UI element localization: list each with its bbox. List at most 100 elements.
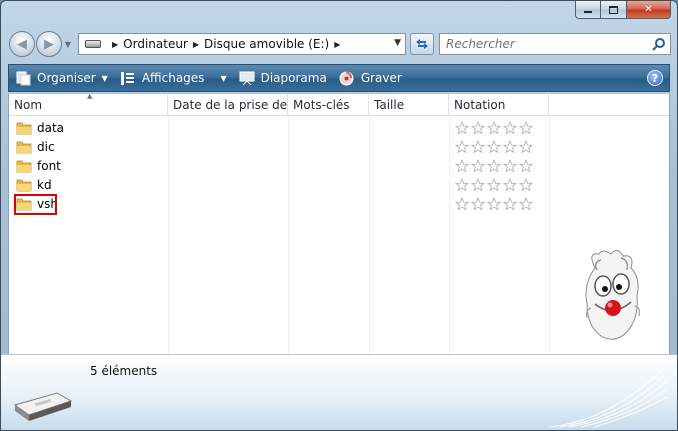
- refresh-icon: [416, 39, 428, 49]
- navigation-bar: ◀ ▶ ▼ ▶ Ordinateur ▶ Disque amovible (E:…: [9, 30, 671, 58]
- folder-icon: [16, 160, 32, 172]
- file-row[interactable]: vsh: [9, 194, 669, 213]
- star-rating[interactable]: [455, 120, 533, 135]
- folder-icon: [16, 122, 32, 134]
- file-name: data: [37, 120, 65, 135]
- back-arrow-icon: ◀: [17, 36, 27, 52]
- help-button[interactable]: ?: [647, 70, 663, 86]
- file-row[interactable]: font: [9, 156, 669, 175]
- file-row[interactable]: data: [9, 118, 669, 137]
- minimize-button[interactable]: [575, 1, 601, 19]
- star-icon[interactable]: [487, 139, 501, 154]
- chevron-down-icon: ▼: [64, 39, 72, 49]
- minimize-icon: [584, 11, 592, 13]
- selection-highlight: [14, 194, 57, 215]
- refresh-button[interactable]: [410, 33, 434, 55]
- star-rating[interactable]: [455, 139, 533, 154]
- column-header-mots-cles[interactable]: Mots-clés: [288, 94, 369, 116]
- star-icon[interactable]: [455, 158, 469, 173]
- star-icon[interactable]: [455, 120, 469, 135]
- file-name: font: [37, 158, 61, 173]
- file-row[interactable]: dic: [9, 137, 669, 156]
- search-icon[interactable]: [648, 37, 670, 51]
- star-icon[interactable]: [471, 139, 485, 154]
- star-icon[interactable]: [503, 120, 517, 135]
- help-icon: ?: [651, 71, 659, 85]
- diaporama-label: Diaporama: [260, 71, 327, 85]
- star-rating[interactable]: [455, 158, 533, 173]
- graver-button[interactable]: Graver: [339, 70, 402, 86]
- details-pane: 5 éléments: [1, 354, 677, 430]
- search-box[interactable]: [439, 33, 671, 55]
- star-icon[interactable]: [455, 177, 469, 192]
- search-input[interactable]: [440, 34, 648, 54]
- organise-icon: [15, 70, 31, 86]
- star-icon[interactable]: [519, 177, 533, 192]
- breadcrumb-separator-icon[interactable]: ▶: [193, 40, 199, 49]
- star-icon[interactable]: [503, 177, 517, 192]
- breadcrumb-separator-icon[interactable]: ▶: [112, 40, 118, 49]
- star-icon[interactable]: [471, 120, 485, 135]
- close-icon: ✕: [644, 4, 653, 15]
- forward-arrow-icon: ▶: [44, 36, 54, 52]
- chevron-down-icon[interactable]: ▼: [220, 74, 226, 83]
- column-header-date[interactable]: Date de la prise de ...: [168, 94, 288, 116]
- decorative-swoosh-icon: [548, 368, 668, 428]
- folder-icon: [16, 179, 32, 191]
- sort-ascending-icon: ▲: [87, 92, 93, 100]
- clown-mascot-icon: [585, 250, 641, 340]
- star-icon[interactable]: [455, 196, 469, 211]
- star-icon[interactable]: [503, 158, 517, 173]
- breadcrumb-disque-amovible[interactable]: Disque amovible (E:): [204, 37, 329, 51]
- folder-icon: [16, 141, 32, 153]
- star-icon[interactable]: [503, 139, 517, 154]
- affichages-menu[interactable]: Affichages ▼: [120, 70, 227, 86]
- column-header-taille[interactable]: Taille: [369, 94, 449, 116]
- maximize-button[interactable]: [601, 1, 627, 19]
- file-name: kd: [37, 177, 52, 192]
- star-icon[interactable]: [487, 196, 501, 211]
- star-icon[interactable]: [519, 158, 533, 173]
- star-icon[interactable]: [487, 120, 501, 135]
- star-icon[interactable]: [471, 158, 485, 173]
- address-bar[interactable]: ▶ Ordinateur ▶ Disque amovible (E:) ▶ ▼: [78, 33, 406, 55]
- star-icon[interactable]: [455, 139, 469, 154]
- views-icon: [120, 70, 136, 86]
- organiser-menu[interactable]: Organiser ▼: [15, 70, 108, 86]
- drive-icon: [85, 40, 101, 48]
- file-name: dic: [37, 139, 55, 154]
- star-icon[interactable]: [471, 196, 485, 211]
- back-button[interactable]: ◀: [9, 31, 35, 57]
- address-dropdown-icon[interactable]: ▼: [394, 38, 401, 48]
- file-list: Nom ▲ Date de la prise de ... Mots-clés …: [8, 92, 670, 354]
- breadcrumb-separator-icon[interactable]: ▶: [334, 40, 340, 49]
- star-rating[interactable]: [455, 177, 533, 192]
- star-icon[interactable]: [487, 158, 501, 173]
- star-icon[interactable]: [519, 139, 533, 154]
- organiser-label: Organiser: [37, 71, 96, 85]
- breadcrumb-ordinateur[interactable]: Ordinateur: [123, 37, 188, 51]
- star-icon[interactable]: [503, 196, 517, 211]
- removable-drive-icon: [13, 392, 73, 421]
- forward-button[interactable]: ▶: [36, 31, 62, 57]
- window-caption-buttons: ✕: [575, 1, 671, 19]
- file-row[interactable]: kd: [9, 175, 669, 194]
- burn-disc-icon: [339, 70, 355, 86]
- graver-label: Graver: [360, 71, 402, 85]
- star-icon[interactable]: [487, 177, 501, 192]
- item-count-text: 5 éléments: [90, 364, 158, 378]
- maximize-icon: [609, 5, 618, 14]
- diaporama-button[interactable]: Diaporama: [239, 70, 327, 86]
- close-button[interactable]: ✕: [627, 1, 671, 19]
- star-icon[interactable]: [519, 196, 533, 211]
- slideshow-icon: [239, 70, 255, 86]
- recent-pages-dropdown[interactable]: ▼: [62, 31, 74, 57]
- star-rating[interactable]: [455, 196, 533, 211]
- column-header-notation[interactable]: Notation: [449, 94, 549, 116]
- chevron-down-icon: ▼: [101, 73, 108, 83]
- star-icon[interactable]: [471, 177, 485, 192]
- explorer-window: ✕ ◀ ▶ ▼ ▶ Ordinateur ▶ Disque amovible (…: [0, 0, 678, 431]
- command-bar: Organiser ▼ Affichages ▼ Diaporama Grave…: [8, 64, 670, 92]
- affichages-label: Affichages: [141, 71, 205, 85]
- star-icon[interactable]: [519, 120, 533, 135]
